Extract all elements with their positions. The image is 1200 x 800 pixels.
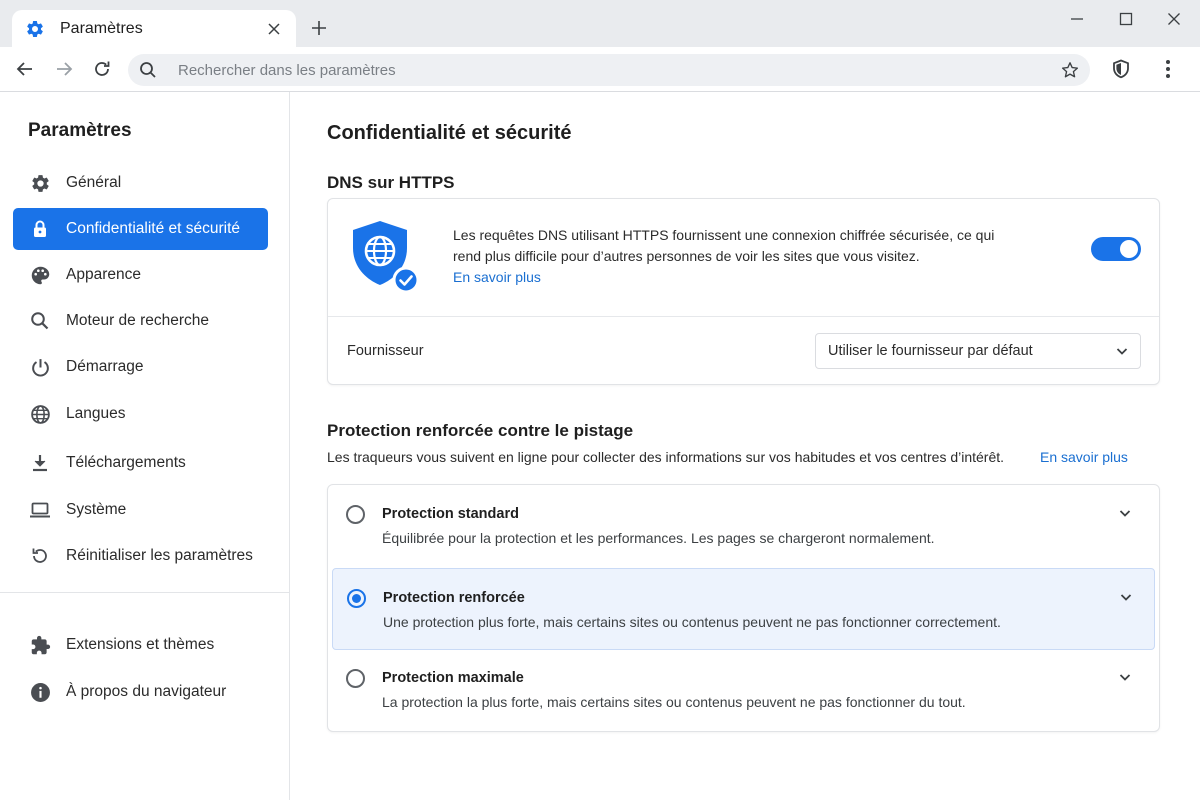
option-subtitle: La protection la plus forte, mais certai…: [382, 694, 966, 710]
gear-icon: [24, 18, 46, 40]
option-subtitle: Une protection plus forte, mais certains…: [383, 614, 1001, 630]
chevron-down-icon[interactable]: [1115, 667, 1135, 687]
back-icon[interactable]: [12, 56, 38, 82]
protection-options-card: Protection standard Équilibrée pour la p…: [327, 484, 1160, 732]
close-tab-icon[interactable]: [264, 19, 284, 39]
sidebar-item-label: Langues: [66, 405, 126, 422]
search-icon: [29, 310, 51, 332]
sidebar-item-appearance[interactable]: Apparence: [13, 254, 268, 296]
sidebar-item-label: Extensions et thèmes: [66, 636, 215, 653]
sidebar-item-label: Téléchargements: [66, 454, 186, 471]
sidebar-item-general[interactable]: Général: [13, 162, 268, 204]
dns-toggle[interactable]: [1091, 237, 1141, 261]
option-title: Protection standard: [382, 506, 519, 522]
toggle-knob: [1120, 240, 1138, 258]
reload-icon[interactable]: [89, 56, 115, 82]
option-title: Protection renforcée: [383, 590, 525, 606]
tracking-section-title: Protection renforcée contre le pistage: [327, 421, 634, 440]
tracking-learn-more-link[interactable]: En savoir plus: [1040, 449, 1128, 465]
search-settings-box[interactable]: [128, 54, 1090, 86]
dns-section-title: DNS sur HTTPS: [327, 173, 455, 192]
shield-globe-icon: [348, 217, 422, 295]
dns-description: Les requêtes DNS utilisant HTTPS fournis…: [453, 227, 995, 264]
search-input[interactable]: [178, 58, 1038, 82]
sidebar-item-label: Système: [66, 501, 127, 518]
reset-icon: [29, 545, 51, 567]
sidebar-item-startup[interactable]: Démarrage: [13, 346, 268, 388]
provider-select-value: Utiliser le fournisseur par défaut: [828, 343, 1033, 359]
sidebar-title: Paramètres: [28, 120, 132, 141]
main-content: Confidentialité et sécurité DNS sur HTTP…: [291, 92, 1200, 800]
radio-maximum[interactable]: [346, 669, 365, 688]
lock-icon: [29, 218, 51, 240]
puzzle-icon: [29, 634, 51, 656]
sidebar-item-extensions[interactable]: Extensions et thèmes: [13, 624, 268, 666]
tab-title: Paramètres: [60, 19, 143, 37]
page-title: Confidentialité et sécurité: [327, 122, 572, 144]
sidebar-divider: [0, 592, 289, 593]
gear-icon: [29, 172, 51, 194]
title-bar: Paramètres: [0, 0, 1200, 47]
provider-select[interactable]: Utiliser le fournisseur par défaut: [815, 333, 1141, 369]
sidebar-item-label: Confidentialité et sécurité: [66, 220, 241, 237]
protection-option-standard[interactable]: Protection standard Équilibrée pour la p…: [332, 485, 1155, 567]
sidebar: Paramètres Général Confidentialité et sé…: [0, 92, 290, 800]
chevron-down-icon[interactable]: [1115, 503, 1135, 523]
protection-option-enhanced[interactable]: Protection renforcée Une protection plus…: [332, 568, 1155, 650]
sidebar-item-about[interactable]: À propos du navigateur: [13, 671, 268, 713]
sidebar-item-privacy-security[interactable]: Confidentialité et sécurité: [13, 208, 268, 250]
dns-learn-more-link[interactable]: En savoir plus: [453, 269, 541, 285]
radio-enhanced[interactable]: [347, 589, 366, 608]
maximize-icon[interactable]: [1113, 6, 1139, 32]
search-icon: [138, 60, 158, 80]
sidebar-item-downloads[interactable]: Téléchargements: [13, 442, 268, 484]
sidebar-item-label: Moteur de recherche: [66, 312, 210, 329]
close-window-icon[interactable]: [1161, 6, 1187, 32]
chevron-down-icon[interactable]: [1116, 587, 1136, 607]
sidebar-item-label: Général: [66, 174, 122, 191]
globe-icon: [29, 403, 51, 425]
download-icon: [29, 452, 51, 474]
card-divider: [328, 316, 1159, 317]
shield-icon[interactable]: [1108, 56, 1134, 82]
menu-kebab-icon[interactable]: [1155, 56, 1181, 82]
new-tab-button[interactable]: [306, 15, 332, 41]
sidebar-item-reset-settings[interactable]: Réinitialiser les paramètres: [13, 535, 268, 577]
sidebar-item-system[interactable]: Système: [13, 489, 268, 531]
power-icon: [29, 356, 51, 378]
sidebar-item-label: À propos du navigateur: [66, 683, 227, 700]
sidebar-item-label: Démarrage: [66, 358, 144, 375]
sidebar-item-label: Réinitialiser les paramètres: [66, 547, 253, 564]
star-icon[interactable]: [1060, 60, 1080, 80]
protection-option-maximum[interactable]: Protection maximale La protection la plu…: [332, 649, 1155, 731]
forward-icon[interactable]: [51, 56, 77, 82]
chevron-down-icon: [1112, 341, 1132, 361]
tab-settings[interactable]: Paramètres: [12, 10, 296, 47]
toolbar: [0, 47, 1200, 92]
sidebar-item-label: Apparence: [66, 266, 141, 283]
sidebar-item-search-engine[interactable]: Moteur de recherche: [13, 300, 268, 342]
option-title: Protection maximale: [382, 670, 524, 686]
palette-icon: [29, 264, 51, 286]
provider-label: Fournisseur: [347, 343, 424, 359]
info-icon: [29, 681, 51, 703]
sidebar-item-languages[interactable]: Langues: [13, 393, 268, 435]
dns-card: Les requêtes DNS utilisant HTTPS fournis…: [327, 198, 1160, 385]
option-subtitle: Équilibrée pour la protection et les per…: [382, 530, 935, 546]
laptop-icon: [29, 499, 51, 521]
tracking-description: Les traqueurs vous suivent en ligne pour…: [327, 449, 1005, 465]
radio-standard[interactable]: [346, 505, 365, 524]
minimize-icon[interactable]: [1064, 6, 1090, 32]
